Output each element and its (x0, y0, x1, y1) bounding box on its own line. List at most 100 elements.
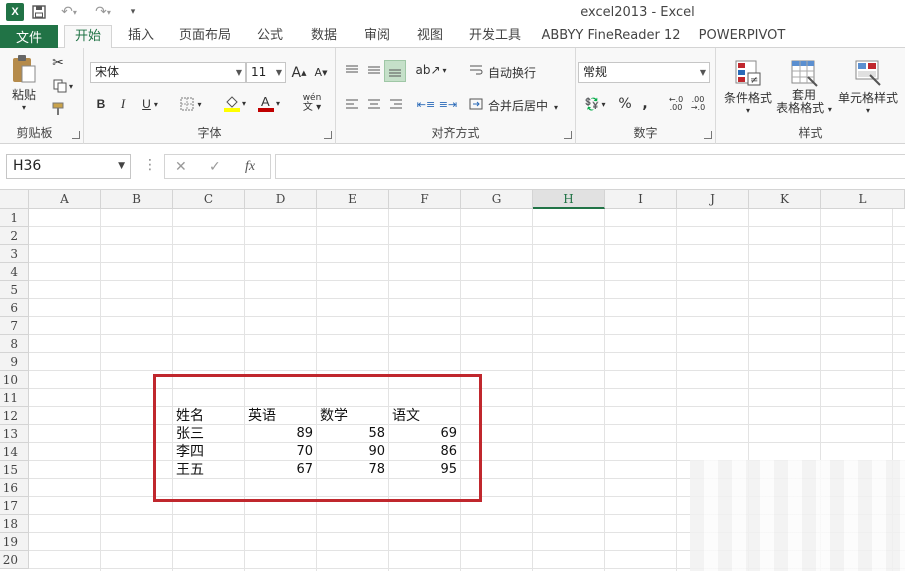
row-header-12[interactable]: 12 (0, 407, 29, 425)
column-header-i[interactable]: I (605, 190, 677, 209)
cell-styles-button[interactable]: 单元格样式 ▾ (834, 54, 902, 120)
cancel-icon[interactable]: ✕ (175, 159, 187, 175)
row-header-13[interactable]: 13 (0, 425, 29, 443)
increase-indent-button[interactable]: ≡⇥ (438, 94, 458, 114)
clipboard-launcher-icon[interactable] (72, 131, 80, 139)
column-header-c[interactable]: C (173, 190, 245, 209)
tab-data[interactable]: 数据 (300, 25, 348, 48)
row-header-15[interactable]: 15 (0, 461, 29, 479)
number-launcher-icon[interactable] (704, 131, 712, 139)
grid-line (29, 262, 905, 263)
tab-review[interactable]: 审阅 (353, 25, 401, 48)
borders-button[interactable]: ▾ (176, 94, 206, 114)
accounting-format-button[interactable]: 💱 ▾ (580, 94, 610, 114)
tab-powerpivot[interactable]: POWERPIVOT (692, 25, 792, 48)
align-right-button[interactable] (386, 94, 406, 114)
number-group: 常规 ▼ 💱 ▾ % , ←.0.00 .00 →.0 数字 (576, 48, 716, 144)
row-header-1[interactable]: 1 (0, 209, 29, 227)
tab-file[interactable]: 文件 (0, 25, 58, 48)
grid-line (29, 334, 905, 335)
row-header-20[interactable]: 20 (0, 551, 29, 569)
row-header-4[interactable]: 4 (0, 263, 29, 281)
font-launcher-icon[interactable] (324, 131, 332, 139)
column-header-h[interactable]: H (533, 190, 605, 209)
row-header-17[interactable]: 17 (0, 497, 29, 515)
chevron-down-icon: ▼ (699, 68, 706, 77)
number-format-combo[interactable]: 常规 ▼ (578, 62, 710, 83)
row-header-5[interactable]: 5 (0, 281, 29, 299)
row-header-3[interactable]: 3 (0, 245, 29, 263)
column-header-b[interactable]: B (101, 190, 173, 209)
merge-center-button[interactable]: 合并后居中 ▾ (488, 97, 558, 114)
underline-button[interactable]: U ▾ (136, 94, 164, 114)
tab-home[interactable]: 开始 (64, 25, 112, 49)
merge-center-icon (468, 94, 484, 114)
row-header-8[interactable]: 8 (0, 335, 29, 353)
column-header-l[interactable]: L (821, 190, 905, 209)
row-header-16[interactable]: 16 (0, 479, 29, 497)
bottom-align-button[interactable] (384, 60, 406, 82)
tab-insert[interactable]: 插入 (118, 25, 164, 48)
column-header-e[interactable]: E (317, 190, 389, 209)
select-all-corner[interactable] (0, 190, 29, 209)
middle-align-button[interactable] (364, 60, 384, 80)
column-header-j[interactable]: J (677, 190, 749, 209)
column-header-g[interactable]: G (461, 190, 533, 209)
font-size-combo[interactable]: 11 ▼ (246, 62, 286, 83)
enter-icon[interactable]: ✓ (209, 159, 221, 175)
row-header-2[interactable]: 2 (0, 227, 29, 245)
align-bottom-icon (389, 69, 401, 77)
comma-button[interactable]: , (638, 94, 652, 114)
align-left-icon (346, 99, 358, 109)
formula-bar-grip-icon: ⋮ (143, 157, 157, 173)
increase-decimal-button[interactable]: ←.0.00 (666, 94, 686, 114)
insert-function-icon[interactable]: fx (245, 159, 255, 175)
row-header-10[interactable]: 10 (0, 371, 29, 389)
alignment-launcher-icon[interactable] (564, 131, 572, 139)
row-header-11[interactable]: 11 (0, 389, 29, 407)
column-header-a[interactable]: A (29, 190, 101, 209)
tab-abbyy[interactable]: ABBYY FineReader 12 (540, 25, 682, 48)
row-header-14[interactable]: 14 (0, 443, 29, 461)
cut-button[interactable]: ✂ (48, 53, 68, 73)
name-box[interactable]: H36 ▼ (6, 154, 131, 179)
formula-input[interactable] (275, 154, 905, 179)
column-header-f[interactable]: F (389, 190, 461, 209)
row-header-19[interactable]: 19 (0, 533, 29, 551)
font-color-button[interactable]: A ▾ (254, 92, 284, 114)
fill-color-button[interactable]: ▾ (220, 92, 250, 114)
top-align-button[interactable] (342, 60, 362, 80)
paste-button[interactable]: 粘贴 ▾ (6, 54, 42, 112)
worksheet-grid[interactable]: ABCDEFGHIJKL 1 2 3 4 5 6 7 8 9 10 11 12 13 14 15 16 17 18… (0, 190, 905, 571)
grid-line (532, 209, 533, 571)
shrink-font-button[interactable]: A ▼ (312, 62, 330, 83)
row-header-18[interactable]: 18 (0, 515, 29, 533)
align-center-button[interactable] (364, 94, 384, 114)
bold-button[interactable]: B (92, 94, 110, 114)
phonetic-button[interactable]: wén 文 ▾ (294, 92, 330, 114)
table-format-icon (791, 60, 818, 87)
percent-button[interactable]: % (616, 94, 634, 114)
format-painter-button[interactable] (48, 99, 68, 119)
column-header-d[interactable]: D (245, 190, 317, 209)
row-header-9[interactable]: 9 (0, 353, 29, 371)
row-header-6[interactable]: 6 (0, 299, 29, 317)
styles-label: 样式 (798, 126, 823, 140)
decrease-indent-button[interactable]: ⇤≡ (416, 94, 436, 114)
font-name-combo[interactable]: 宋体 ▼ (90, 62, 246, 83)
column-header-k[interactable]: K (749, 190, 821, 209)
tab-developer[interactable]: 开发工具 (460, 25, 530, 48)
format-as-table-button[interactable]: 套用 表格格式 ▾ (774, 54, 834, 120)
row-header-7[interactable]: 7 (0, 317, 29, 335)
grow-font-button[interactable]: A ▲ (290, 62, 308, 83)
orientation-button[interactable]: ab↗ ▾ (415, 60, 446, 80)
tab-formulas[interactable]: 公式 (246, 25, 294, 48)
tab-page-layout[interactable]: 页面布局 (172, 25, 238, 48)
align-left-button[interactable] (342, 94, 362, 114)
copy-button[interactable]: ▾ (48, 76, 78, 96)
conditional-format-button[interactable]: ≠ 条件格式 ▾ (720, 54, 776, 120)
tab-view[interactable]: 视图 (406, 25, 454, 48)
italic-button[interactable]: I (114, 94, 132, 114)
decrease-decimal-button[interactable]: .00 →.0 (688, 94, 708, 114)
wrap-text-button[interactable]: 自动换行 (488, 64, 536, 81)
